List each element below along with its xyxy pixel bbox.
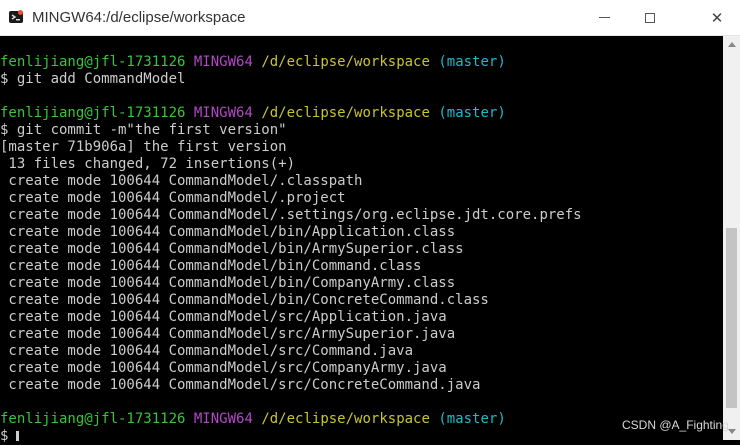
output-line: create mode 100644 CommandModel/src/Army… <box>0 326 456 342</box>
window-title: MINGW64:/d/eclipse/workspace <box>32 9 246 26</box>
output-line: create mode 100644 CommandModel/bin/Appl… <box>0 224 456 240</box>
git-bash-icon <box>9 10 23 23</box>
title-bar[interactable]: MINGW64:/d/eclipse/workspace ✕ <box>0 0 740 36</box>
scroll-up-arrow-icon[interactable] <box>728 42 736 47</box>
prompt-user: fenlijiang@jfl-1731126 <box>0 54 186 70</box>
prompt-line: fenlijiang@jfl-1731126 MINGW64 /d/eclips… <box>0 54 582 71</box>
output-line: create mode 100644 CommandModel/bin/Army… <box>0 241 464 257</box>
prompt-user: fenlijiang@jfl-1731126 <box>0 411 186 427</box>
prompt-path: /d/eclipse/workspace <box>261 105 430 121</box>
output-line: create mode 100644 CommandModel/src/Comp… <box>0 360 447 376</box>
watermark: CSDN @A_Fighting <box>622 418 729 432</box>
maximize-icon <box>645 12 655 23</box>
terminal-output[interactable]: fenlijiang@jfl-1731126 MINGW64 /d/eclips… <box>0 36 723 444</box>
maximize-button[interactable] <box>627 0 673 35</box>
commit-header: [master 71b906a] the first version <box>0 139 287 155</box>
prompt-host: MINGW64 <box>193 105 253 121</box>
output-line: create mode 100644 CommandModel/src/Conc… <box>0 377 481 393</box>
prompt-branch: (master) <box>438 411 506 427</box>
prompt-path: /d/eclipse/workspace <box>261 411 430 427</box>
scrollbar-thumb[interactable] <box>726 228 737 408</box>
minimize-icon <box>598 17 610 18</box>
terminal-window: MINGW64:/d/eclipse/workspace ✕ fenlijian… <box>0 0 740 444</box>
input-line[interactable]: $ <box>0 428 582 445</box>
output-line: create mode 100644 CommandModel/bin/Conc… <box>0 292 489 308</box>
scroll-down-arrow-icon[interactable] <box>728 429 736 434</box>
prompt-branch: (master) <box>438 105 506 121</box>
output-line: create mode 100644 CommandModel/bin/Comm… <box>0 258 422 274</box>
vertical-scrollbar[interactable] <box>723 36 740 440</box>
prompt-user: fenlijiang@jfl-1731126 <box>0 105 186 121</box>
prompt-path: /d/eclipse/workspace <box>261 54 430 70</box>
command-line: $ git add CommandModel <box>0 71 186 87</box>
output-line: create mode 100644 CommandModel/.setting… <box>0 207 582 223</box>
output-line: create mode 100644 CommandModel/src/Comm… <box>0 343 414 359</box>
minimize-button[interactable] <box>581 0 627 35</box>
output-line: create mode 100644 CommandModel/.classpa… <box>0 173 363 189</box>
close-icon: ✕ <box>710 8 724 27</box>
prompt-line: fenlijiang@jfl-1731126 MINGW64 /d/eclips… <box>0 105 582 122</box>
prompt-host: MINGW64 <box>193 54 253 70</box>
prompt-line: fenlijiang@jfl-1731126 MINGW64 /d/eclips… <box>0 411 582 428</box>
close-button[interactable]: ✕ <box>694 0 740 35</box>
output-line: create mode 100644 CommandModel/.project <box>0 190 346 206</box>
prompt-symbol: $ <box>0 428 9 444</box>
output-line: create mode 100644 CommandModel/bin/Comp… <box>0 275 456 291</box>
commit-summary: 13 files changed, 72 insertions(+) <box>0 156 296 172</box>
output-line: create mode 100644 CommandModel/src/Appl… <box>0 309 447 325</box>
command-line: $ git commit -m"the first version" <box>0 122 287 138</box>
prompt-branch: (master) <box>438 54 506 70</box>
prompt-host: MINGW64 <box>193 411 253 427</box>
